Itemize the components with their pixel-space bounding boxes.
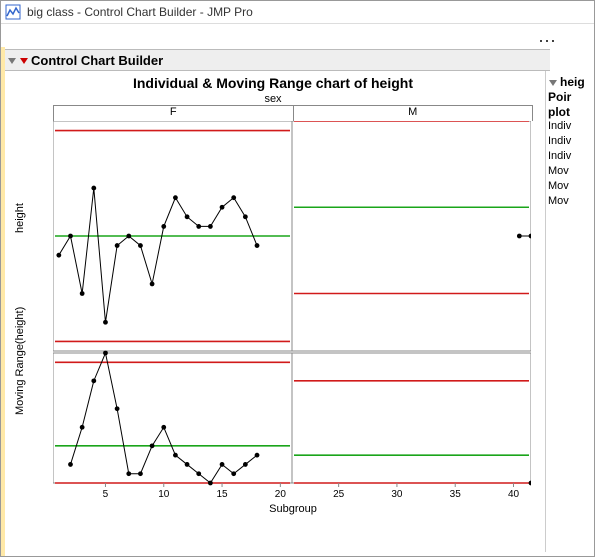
side-row[interactable]: Mov <box>548 179 592 194</box>
svg-text:20: 20 <box>275 489 287 500</box>
facet-headers: F M <box>53 105 533 121</box>
side-row[interactable]: Mov <box>548 164 592 179</box>
x-axis-label: Subgroup <box>53 503 533 515</box>
facet-header-M: M <box>294 105 534 121</box>
svg-text:35: 35 <box>450 489 462 500</box>
side-sub2: plot <box>548 106 592 119</box>
facet-var-label: sex <box>5 93 541 105</box>
control-chart-svg[interactable]: 505560657002.557.51012.5510152025303540 <box>53 121 531 501</box>
side-row[interactable]: Indiv <box>548 149 592 164</box>
svg-text:15: 15 <box>216 489 228 500</box>
y-axis-label-top: height <box>14 219 26 233</box>
side-row[interactable]: Mov <box>548 194 592 209</box>
side-row[interactable]: Indiv <box>548 119 592 134</box>
svg-text:30: 30 <box>391 489 403 500</box>
svg-text:10: 10 <box>158 489 170 500</box>
app-window: big class - Control Chart Builder - JMP … <box>0 0 595 557</box>
side-header: heig <box>560 75 585 89</box>
section-title: Control Chart Builder <box>31 53 163 68</box>
side-sub1: Poir <box>548 91 592 104</box>
chart-title: Individual & Moving Range chart of heigh… <box>5 71 541 93</box>
plot-area[interactable]: F M height Moving Range(height) 50556065… <box>53 105 533 515</box>
disclosure-icon[interactable] <box>7 55 17 65</box>
svg-text:5: 5 <box>103 489 109 500</box>
svg-text:25: 25 <box>333 489 345 500</box>
outline-header[interactable]: Control Chart Builder <box>5 49 550 71</box>
app-icon <box>5 4 21 20</box>
side-disclosure-icon[interactable] <box>548 77 558 87</box>
chart-panel: Individual & Moving Range chart of heigh… <box>5 71 541 552</box>
titlebar[interactable]: big class - Control Chart Builder - JMP … <box>1 1 594 24</box>
hotspot-icon[interactable] <box>19 55 29 65</box>
window-title: big class - Control Chart Builder - JMP … <box>27 5 253 19</box>
side-panel: heig Poir plot IndivIndivIndivMovMovMov <box>545 71 594 552</box>
facet-header-F: F <box>53 105 294 121</box>
y-axis-label-bottom: Moving Range(height) <box>14 401 26 415</box>
side-row[interactable]: Indiv <box>548 134 592 149</box>
svg-text:40: 40 <box>508 489 520 500</box>
